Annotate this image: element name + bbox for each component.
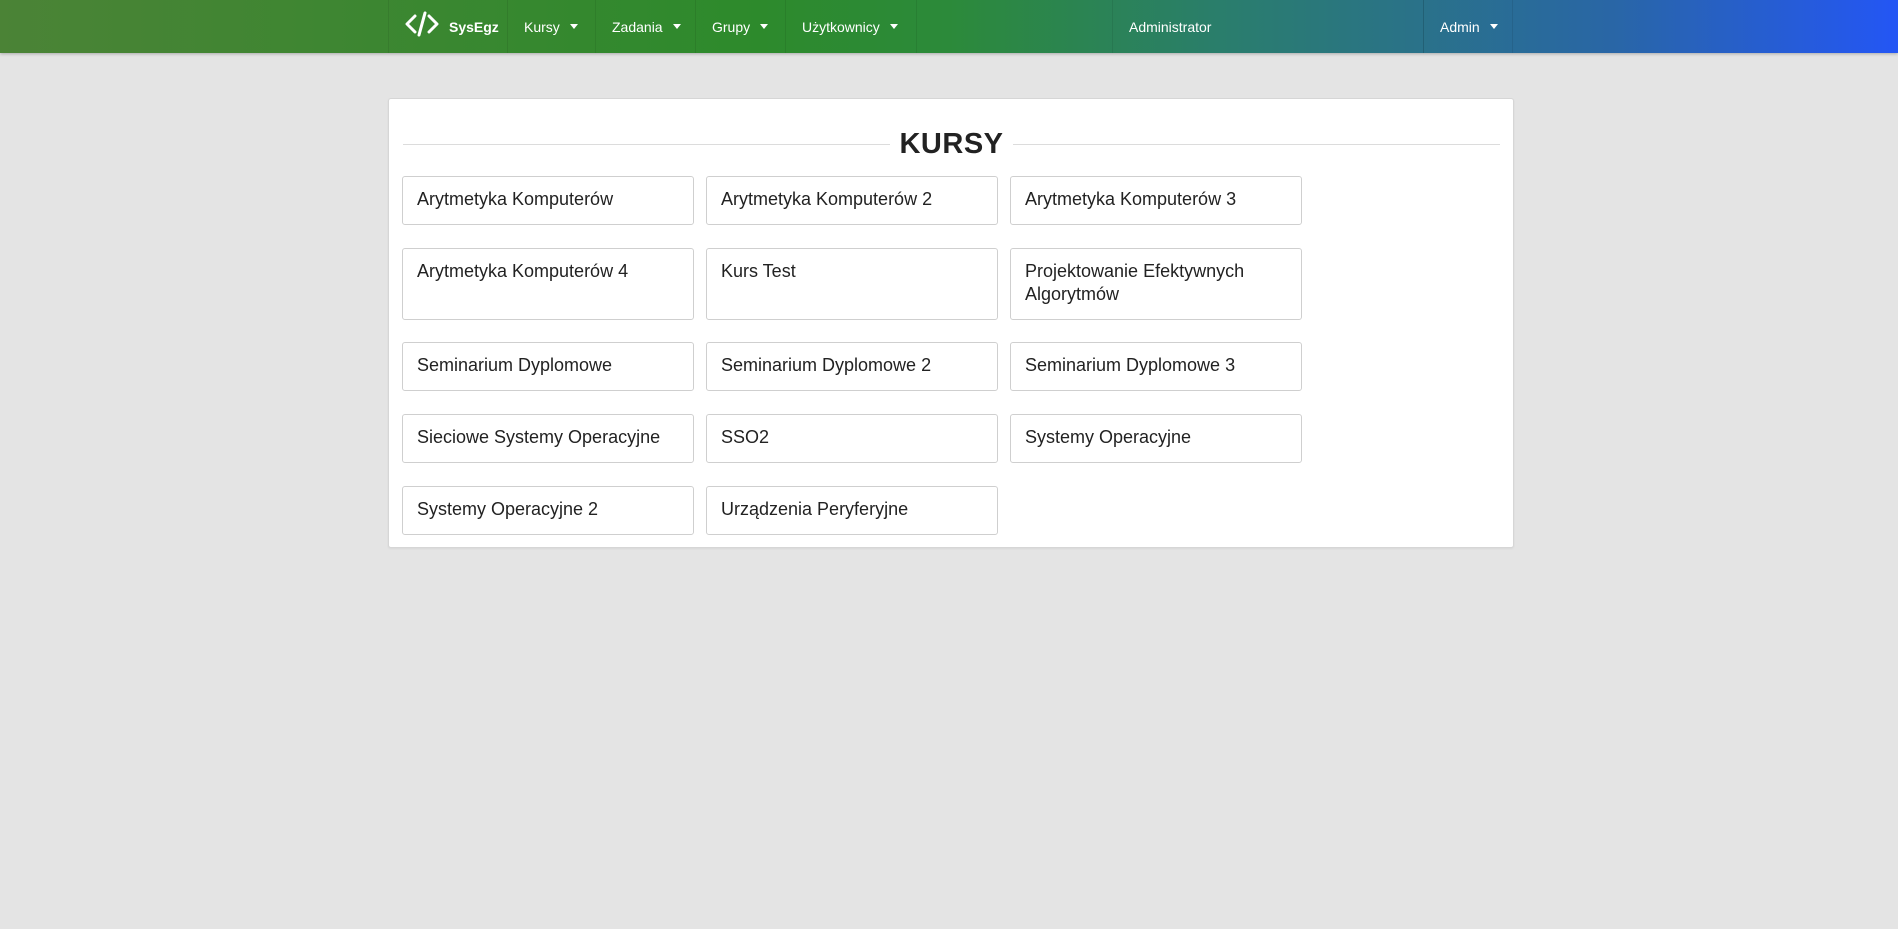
nav-menu-label: Zadania: [612, 18, 663, 35]
course-card[interactable]: Seminarium Dyplomowe: [402, 342, 694, 391]
course-card[interactable]: Arytmetyka Komputerów 4: [402, 248, 694, 320]
top-navbar: SysEgz Kursy Zadania Grupy Użytkownicy A…: [0, 0, 1898, 53]
user-menu[interactable]: Admin: [1423, 0, 1513, 53]
nav-menu-grupy[interactable]: Grupy: [696, 0, 786, 53]
course-card[interactable]: Arytmetyka Komputerów 3: [1010, 176, 1302, 225]
nav-menu-zadania[interactable]: Zadania: [596, 0, 696, 53]
caret-down-icon: [889, 24, 898, 29]
course-card[interactable]: Systemy Operacyjne 2: [402, 486, 694, 535]
user-menu-label: Admin: [1440, 18, 1480, 35]
brand-link[interactable]: SysEgz: [388, 0, 508, 53]
course-card[interactable]: Seminarium Dyplomowe 2: [706, 342, 998, 391]
course-card[interactable]: Kurs Test: [706, 248, 998, 320]
nav-menu-kursy[interactable]: Kursy: [508, 0, 596, 53]
course-card[interactable]: Arytmetyka Komputerów 2: [706, 176, 998, 225]
caret-down-icon: [569, 24, 578, 29]
role-indicator: Administrator: [1112, 0, 1424, 53]
page-heading: KURSY: [403, 123, 1500, 163]
courses-panel: KURSY Arytmetyka Komputerów Arytmetyka K…: [388, 98, 1514, 548]
caret-down-icon: [760, 24, 769, 29]
course-card[interactable]: Seminarium Dyplomowe 3: [1010, 342, 1302, 391]
code-icon: [405, 11, 449, 42]
page-title: KURSY: [899, 128, 1004, 160]
nav-menu-label: Grupy: [712, 18, 751, 35]
course-card[interactable]: Urządzenia Peryferyjne: [706, 486, 998, 535]
course-card[interactable]: Arytmetyka Komputerów: [402, 176, 694, 225]
nav-menu-uzytkownicy[interactable]: Użytkownicy: [786, 0, 917, 53]
course-card[interactable]: Projektowanie Efektywnych Algorytmów: [1010, 248, 1302, 320]
caret-down-icon: [672, 24, 681, 29]
course-card[interactable]: SSO2: [706, 414, 998, 463]
navbar-container: SysEgz Kursy Zadania Grupy Użytkownicy A…: [388, 0, 1513, 53]
caret-down-icon: [1489, 24, 1498, 29]
nav-menu-label: Kursy: [524, 18, 560, 35]
nav-menu-label: Użytkownicy: [802, 18, 880, 35]
heading-divider: [403, 144, 890, 145]
brand-name: SysEgz: [449, 18, 499, 35]
heading-divider: [1013, 144, 1500, 145]
course-card[interactable]: Systemy Operacyjne: [1010, 414, 1302, 463]
course-card[interactable]: Sieciowe Systemy Operacyjne: [402, 414, 694, 463]
role-text: Administrator: [1129, 18, 1212, 35]
